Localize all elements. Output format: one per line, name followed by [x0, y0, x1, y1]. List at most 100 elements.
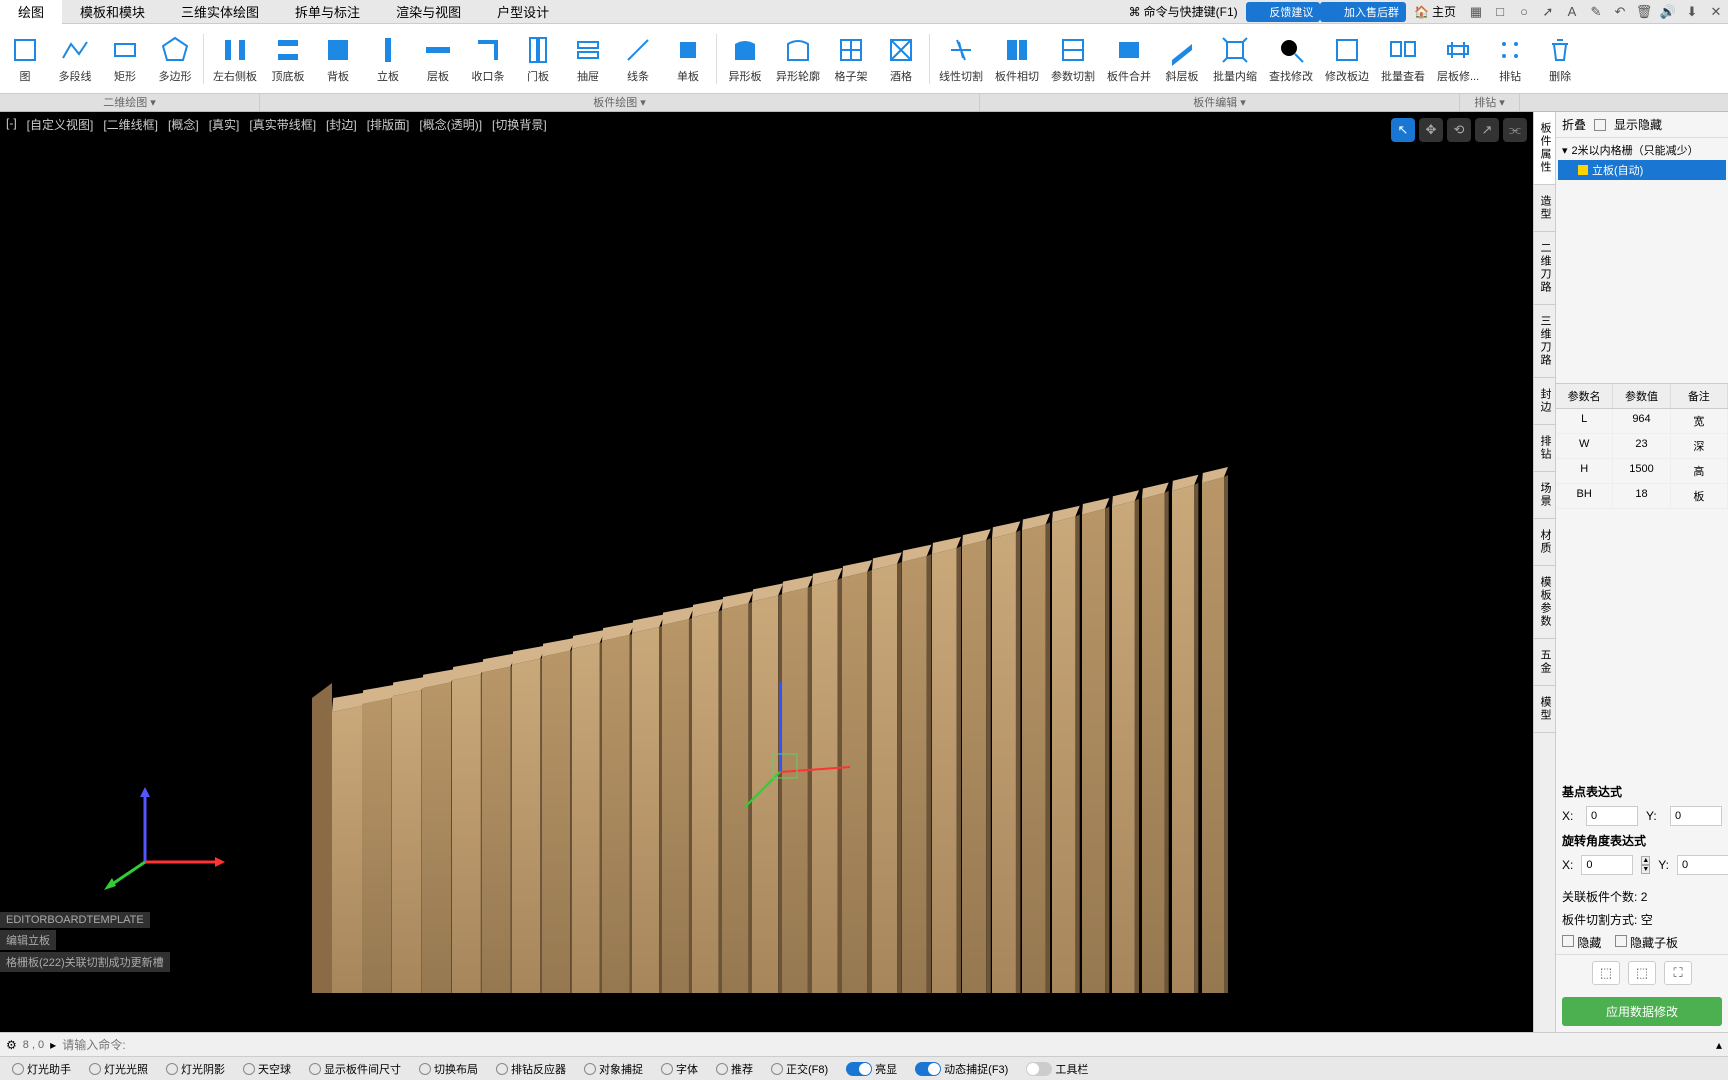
rotation-y-input[interactable]: [1677, 855, 1728, 875]
ribbon-edge[interactable]: 修改板边: [1319, 32, 1375, 86]
hide-checkbox[interactable]: [1562, 935, 1574, 947]
vtab-2[interactable]: 二维刀路: [1534, 232, 1555, 305]
vtab-8[interactable]: 模板参数: [1534, 566, 1555, 639]
ribbon-cube[interactable]: 图: [0, 32, 50, 86]
ribbon-outline[interactable]: 异形轮廓: [770, 32, 826, 86]
status-1[interactable]: 灯光光照: [83, 1061, 154, 1077]
vp-mode[interactable]: [概念(透明)]: [415, 114, 486, 135]
showhide-checkbox[interactable]: [1594, 119, 1606, 131]
status-12[interactable]: 动态捕捉(F3): [909, 1061, 1014, 1077]
tree-parent[interactable]: ▾ 2米以内格栅（只能减少）: [1558, 140, 1726, 160]
ribbon-single[interactable]: 单板: [663, 32, 713, 86]
ribbon-back[interactable]: 背板: [313, 32, 363, 86]
command-input[interactable]: [62, 1038, 1710, 1052]
close-icon[interactable]: ✕: [1704, 2, 1728, 22]
ribbon-shrink[interactable]: 批量内缩: [1207, 32, 1263, 86]
ribbon-linecut[interactable]: 线性切割: [933, 32, 989, 86]
status-4[interactable]: 显示板件间尺寸: [303, 1061, 407, 1077]
external-icon[interactable]: ↗: [1475, 118, 1499, 142]
ribbon-polygon[interactable]: 多边形: [150, 32, 200, 86]
expand-icon[interactable]: ▴: [1716, 1038, 1722, 1052]
ribbon-view[interactable]: 批量查看: [1375, 32, 1431, 86]
vp-mode[interactable]: [封边]: [322, 114, 361, 135]
param-row[interactable]: H1500高: [1556, 459, 1728, 484]
tool-1-icon[interactable]: ⬚: [1592, 961, 1620, 985]
ribbon-layerfix[interactable]: 层板修...: [1431, 32, 1485, 86]
ribbon-polyline[interactable]: 多段线: [50, 32, 100, 86]
vp-mode[interactable]: [真实]: [205, 114, 244, 135]
aftersales-button[interactable]: 👤 加入售后群: [1320, 2, 1406, 22]
square-icon[interactable]: □: [1488, 2, 1512, 22]
viewport-3d[interactable]: [-][自定义视图][二维线框][概念][真实][真实带线框][封边][排版面]…: [0, 112, 1533, 1032]
vtab-3[interactable]: 三维刀路: [1534, 305, 1555, 378]
basepoint-x-input[interactable]: [1586, 806, 1638, 826]
basepoint-y-input[interactable]: [1670, 806, 1722, 826]
vtab-5[interactable]: 排钻: [1534, 425, 1555, 472]
ribbon-strip[interactable]: 收口条: [463, 32, 513, 86]
vtab-0[interactable]: 板件属性: [1534, 112, 1555, 185]
shortcut-help[interactable]: ⌘ 命令与快捷键(F1): [1121, 0, 1246, 23]
fullscreen-icon[interactable]: ⛶: [1664, 961, 1692, 985]
status-9[interactable]: 推荐: [710, 1061, 759, 1077]
ribbon-shape[interactable]: 异形板: [720, 32, 770, 86]
layout-icon[interactable]: ▦: [1464, 2, 1488, 22]
param-row[interactable]: BH18板: [1556, 484, 1728, 509]
gear-icon[interactable]: ⚙: [6, 1038, 17, 1052]
vp-mode[interactable]: [二维线框]: [99, 114, 162, 135]
ribbon-door[interactable]: 门板: [513, 32, 563, 86]
vp-mode[interactable]: [排版面]: [363, 114, 414, 135]
status-0[interactable]: 灯光助手: [6, 1061, 77, 1077]
home-button[interactable]: 🏠 主页: [1406, 0, 1464, 23]
menu-tab-draw[interactable]: 绘图: [0, 0, 62, 25]
pen-icon[interactable]: ✎: [1584, 2, 1608, 22]
vtab-6[interactable]: 场景: [1534, 472, 1555, 519]
vp-mode[interactable]: [真实带线框]: [245, 114, 320, 135]
ribbon-grid[interactable]: 格子架: [826, 32, 876, 86]
text-icon[interactable]: A: [1560, 2, 1584, 22]
ribbon-section[interactable]: 排钻 ▾: [1460, 94, 1520, 111]
delete-icon[interactable]: 🗑: [1632, 2, 1656, 22]
undo-icon[interactable]: ↶: [1608, 2, 1632, 22]
ribbon-section[interactable]: 板件绘图 ▾: [260, 94, 980, 111]
share-icon[interactable]: ⫘: [1503, 118, 1527, 142]
rotate-tool-icon[interactable]: ⟲: [1447, 118, 1471, 142]
vtab-9[interactable]: 五金: [1534, 639, 1555, 686]
ribbon-tangent[interactable]: 板件相切: [989, 32, 1045, 86]
download-icon[interactable]: ⬇: [1680, 2, 1704, 22]
menu-tab-split[interactable]: 拆单与标注: [277, 0, 378, 25]
hide-sub-checkbox[interactable]: [1615, 935, 1627, 947]
status-5[interactable]: 切换布局: [413, 1061, 484, 1077]
ribbon-drawer[interactable]: 抽屉: [563, 32, 613, 86]
ribbon-layer[interactable]: 层板: [413, 32, 463, 86]
arrow-icon[interactable]: ➚: [1536, 2, 1560, 22]
status-10[interactable]: 正交(F8): [765, 1061, 834, 1077]
param-row[interactable]: W23深: [1556, 434, 1728, 459]
ribbon-topbot[interactable]: 顶底板: [263, 32, 313, 86]
spin-x[interactable]: ▲▼: [1641, 856, 1650, 874]
vp-mode[interactable]: [自定义视图]: [23, 114, 98, 135]
circle-icon[interactable]: ○: [1512, 2, 1536, 22]
transform-gizmo[interactable]: [740, 672, 860, 832]
status-6[interactable]: 排钻反应器: [490, 1061, 572, 1077]
feedback-button[interactable]: 👤 反馈建议: [1246, 2, 1321, 22]
ribbon-vert[interactable]: 立板: [363, 32, 413, 86]
menu-tab-render[interactable]: 渲染与视图: [378, 0, 479, 25]
apply-button[interactable]: 应用数据修改: [1562, 997, 1722, 1026]
status-13[interactable]: 工具栏: [1020, 1061, 1094, 1077]
vp-mode[interactable]: [-]: [2, 114, 21, 135]
status-7[interactable]: 对象捕捉: [578, 1061, 649, 1077]
ribbon-drill[interactable]: 排钻: [1485, 32, 1535, 86]
vtab-7[interactable]: 材质: [1534, 519, 1555, 566]
status-2[interactable]: 灯光阴影: [160, 1061, 231, 1077]
ribbon-lines[interactable]: 线条: [613, 32, 663, 86]
ribbon-section[interactable]: 板件编辑 ▾: [980, 94, 1460, 111]
ribbon-slant[interactable]: 斜层板: [1157, 32, 1207, 86]
status-11[interactable]: 亮显: [840, 1061, 903, 1077]
ribbon-wine[interactable]: 酒格: [876, 32, 926, 86]
ribbon-paramcut[interactable]: 参数切割: [1045, 32, 1101, 86]
menu-tab-3d[interactable]: 三维实体绘图: [163, 0, 277, 25]
cursor-tool-icon[interactable]: ↖: [1391, 118, 1415, 142]
status-8[interactable]: 字体: [655, 1061, 704, 1077]
vp-mode[interactable]: [概念]: [164, 114, 203, 135]
tool-2-icon[interactable]: ⬚: [1628, 961, 1656, 985]
